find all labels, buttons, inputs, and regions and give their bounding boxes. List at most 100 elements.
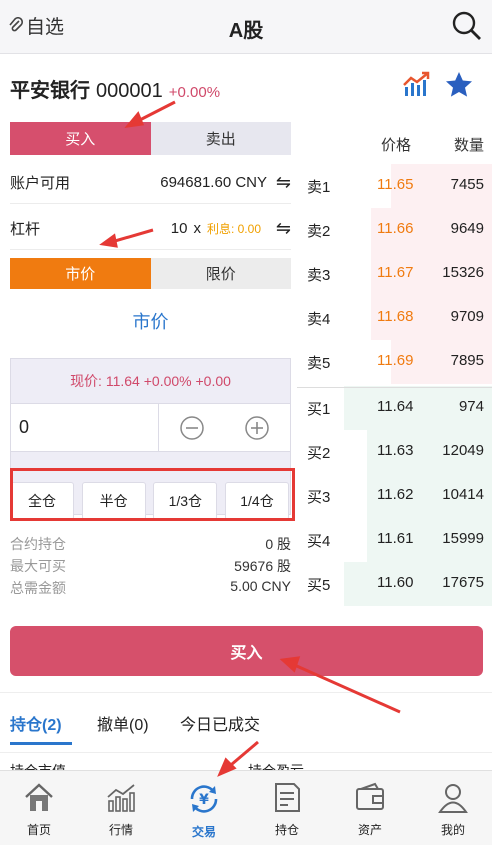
interest-label: 利息: 0.00 <box>206 222 261 236</box>
nav-home[interactable]: 首页 <box>4 771 74 845</box>
ask-level-qty: 9649 <box>450 220 484 237</box>
bid-level-name: 买3 <box>307 489 331 506</box>
buy-button[interactable]: 买入 <box>10 626 483 676</box>
bid-level-qty: 974 <box>458 398 484 415</box>
tab-cancel-orders[interactable]: 撤单(0) <box>97 711 149 735</box>
tab-underline <box>10 742 72 745</box>
stat-row: 总需金额 5.00 CNY <box>10 578 291 600</box>
bid-level-price: 11.63 <box>377 442 414 459</box>
ask-level-qty: 7895 <box>450 352 484 369</box>
stock-name: 平安银行 <box>10 80 90 102</box>
ask-level-qty: 15326 <box>442 264 484 281</box>
ask-level-name: 卖1 <box>307 179 331 196</box>
bid-level-row[interactable]: 买5 11.60 17675 <box>297 562 492 606</box>
tab-buy[interactable]: 买入 <box>10 122 151 155</box>
ask-level-name: 卖2 <box>307 223 331 240</box>
nav-position[interactable]: 持仓 <box>252 771 322 845</box>
qty-header: 数量 <box>453 137 484 154</box>
stat-label: 总需金额 <box>10 580 66 596</box>
bid-level-name: 买1 <box>307 401 331 418</box>
bid-level-price: 11.62 <box>377 486 414 503</box>
tab-sell[interactable]: 卖出 <box>150 122 291 155</box>
record-tabs: 持仓(2) 撤单(0) 今日已成交 <box>0 692 492 752</box>
order-book-divider <box>297 387 492 388</box>
tab-market[interactable]: 市价 <box>10 258 151 289</box>
bid-level-row[interactable]: 买2 11.63 12049 <box>297 430 492 474</box>
wallet-icon <box>356 782 384 810</box>
position-doc-icon <box>275 783 300 812</box>
nav-trade[interactable]: ¥ 交易 <box>169 771 239 845</box>
swap-icon[interactable]: ⇋ <box>275 218 291 239</box>
order-book-header: 价格 数量 <box>297 134 492 158</box>
tab-today-filled[interactable]: 今日已成交 <box>180 711 260 735</box>
bid-level-qty: 15999 <box>442 530 484 547</box>
home-icon <box>25 783 53 811</box>
nav-label: 交易 <box>191 825 216 839</box>
page-title: A股 <box>228 20 264 42</box>
stat-row: 最大可买 59676 股 <box>10 556 291 578</box>
trade-yen-icon: ¥ <box>190 785 218 813</box>
svg-text:¥: ¥ <box>199 792 209 808</box>
ask-level-qty: 9709 <box>450 308 484 325</box>
order-mode-text: 市价 <box>132 312 169 332</box>
stock-header: 平安银行 000001 +0.00% <box>10 74 220 103</box>
bid-level-name: 买5 <box>307 577 331 594</box>
bid-level-name: 买2 <box>307 445 331 462</box>
stock-code: 000001 <box>96 80 163 102</box>
ask-level-row[interactable]: 卖2 11.66 9649 <box>297 208 492 252</box>
bid-level-row[interactable]: 买3 11.62 10414 <box>297 474 492 518</box>
position-summary: 持仓市值 持仓盈亏 <box>0 752 492 770</box>
bid-level-price: 11.64 <box>377 398 414 415</box>
ask-level-price: 11.69 <box>377 352 414 369</box>
ask-level-qty: 7455 <box>450 176 484 193</box>
minus-circle-icon <box>180 415 204 440</box>
current-price: 现价: 11.64 +0.00% +0.00 <box>11 359 290 404</box>
increase-button[interactable] <box>225 404 291 451</box>
nav-label: 行情 <box>108 823 133 837</box>
tab-positions[interactable]: 持仓(2) <box>10 711 62 735</box>
stat-value: 0 股 <box>265 536 291 552</box>
ask-level-row[interactable]: 卖4 11.68 9709 <box>297 296 492 340</box>
bid-level-qty: 10414 <box>442 486 484 503</box>
trade-side-toggle: 买入 卖出 <box>10 122 291 155</box>
stat-label: 合约持仓 <box>10 536 66 552</box>
ask-level-price: 11.66 <box>377 220 414 237</box>
account-value: 694681.60 CNY <box>160 174 267 191</box>
user-icon <box>438 784 468 813</box>
quantity-input[interactable]: 0 <box>11 404 159 451</box>
ask-level-row[interactable]: 卖1 11.65 7455 <box>297 164 492 208</box>
nav-market[interactable]: 行情 <box>86 771 156 845</box>
tab-limit[interactable]: 限价 <box>150 258 291 289</box>
top-bar: 自选 A股 <box>0 0 492 54</box>
star-icon[interactable] <box>444 70 474 100</box>
leverage-value[interactable]: 10 <box>171 220 188 237</box>
ask-level-row[interactable]: 卖3 11.67 15326 <box>297 252 492 296</box>
stat-value: 59676 股 <box>234 558 291 574</box>
trade-content: 平安银行 000001 +0.00% 买入 卖出 账户可用 694681.60 … <box>0 54 492 770</box>
account-available-row: 账户可用 694681.60 CNY ⇋ <box>10 162 291 204</box>
bid-level-qty: 12049 <box>442 442 484 459</box>
order-stats: 合约持仓 0 股 最大可买 59676 股 总需金额 5.00 CNY <box>10 534 291 600</box>
order-book: 价格 数量 卖1 11.65 7455 卖2 11.66 9649 卖3 11.67 15326… <box>297 120 492 606</box>
market-chart-icon <box>107 784 135 812</box>
kline-chart-icon[interactable] <box>402 70 432 100</box>
ask-level-name: 卖4 <box>307 311 331 328</box>
highlight-box <box>10 468 295 521</box>
ask-level-price: 11.67 <box>377 264 414 281</box>
leverage-row: 杠杆 10 x 利息: 0.00 ⇋ <box>10 208 291 250</box>
ask-level-name: 卖3 <box>307 267 331 284</box>
bid-level-name: 买4 <box>307 533 331 550</box>
nav-assets[interactable]: 资产 <box>335 771 405 845</box>
decrease-button[interactable] <box>159 404 225 451</box>
quantity-stepper: 0 <box>11 404 290 452</box>
swap-icon[interactable]: ⇋ <box>275 172 291 193</box>
ask-level-price: 11.65 <box>377 176 414 193</box>
bottom-nav: 首页 行情 ¥ 交易 持仓 资产 我的 <box>0 770 492 845</box>
nav-mine[interactable]: 我的 <box>418 771 488 845</box>
bid-level-row[interactable]: 买4 11.61 15999 <box>297 518 492 562</box>
ask-level-row[interactable]: 卖5 11.69 7895 <box>297 340 492 384</box>
ask-level-price: 11.68 <box>377 308 414 325</box>
nav-label: 持仓 <box>274 823 299 837</box>
search-icon[interactable] <box>450 9 484 43</box>
bid-level-row[interactable]: 买1 11.64 974 <box>297 386 492 430</box>
